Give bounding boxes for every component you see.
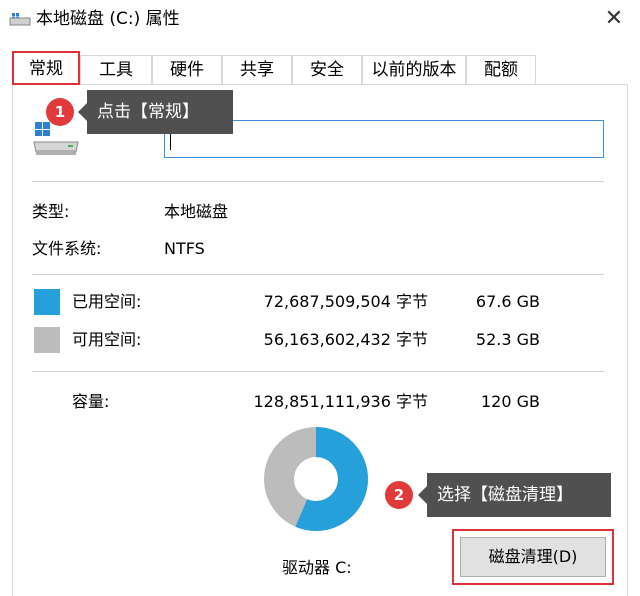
used-space-bytes: 72,687,509,504 字节 (263, 292, 428, 311)
disk-usage-donut (264, 427, 368, 531)
free-space-bytes: 56,163,602,432 字节 (263, 330, 428, 349)
tab-quota[interactable]: 配额 (466, 55, 536, 84)
used-space-label: 已用空间: (72, 292, 142, 311)
drive-icon (9, 13, 31, 26)
free-space-swatch (34, 327, 60, 353)
step2-callout-tip (418, 486, 427, 504)
capacity-label: 容量: (72, 392, 110, 411)
step2-badge: 2 (385, 481, 413, 509)
tab-security[interactable]: 安全 (292, 55, 362, 84)
drive-icon (33, 122, 79, 155)
filesystem-label: 文件系统: (32, 239, 102, 258)
window-title: 本地磁盘 (C:) 属性 (36, 9, 180, 29)
cleanup-highlight-box (452, 529, 614, 585)
step2-callout: 选择【磁盘清理】 (427, 473, 611, 517)
divider (32, 371, 604, 372)
type-label: 类型: (32, 202, 70, 221)
tab-sharing[interactable]: 共享 (222, 55, 292, 84)
free-space-gb: 52.3 GB (475, 330, 540, 349)
step1-badge: 1 (46, 98, 74, 126)
close-button[interactable]: ✕ (598, 4, 630, 34)
divider (32, 274, 604, 275)
tab-general[interactable]: 常规 (12, 51, 80, 85)
drive-letter-label: 驱动器 C: (282, 558, 352, 577)
type-value: 本地磁盘 (164, 202, 229, 221)
step1-callout: 点击【常规】 (87, 90, 233, 134)
filesystem-value: NTFS (164, 239, 205, 258)
free-space-label: 可用空间: (72, 330, 142, 349)
capacity-gb: 120 GB (481, 392, 540, 411)
used-space-gb: 67.6 GB (475, 292, 540, 311)
capacity-bytes: 128,851,111,936 字节 (253, 392, 428, 411)
step1-callout-tip (78, 103, 87, 121)
divider (32, 181, 604, 182)
used-space-swatch (34, 289, 60, 315)
tab-tools[interactable]: 工具 (80, 55, 152, 84)
tab-previous-versions[interactable]: 以前的版本 (362, 55, 466, 84)
tab-hardware[interactable]: 硬件 (152, 55, 222, 84)
